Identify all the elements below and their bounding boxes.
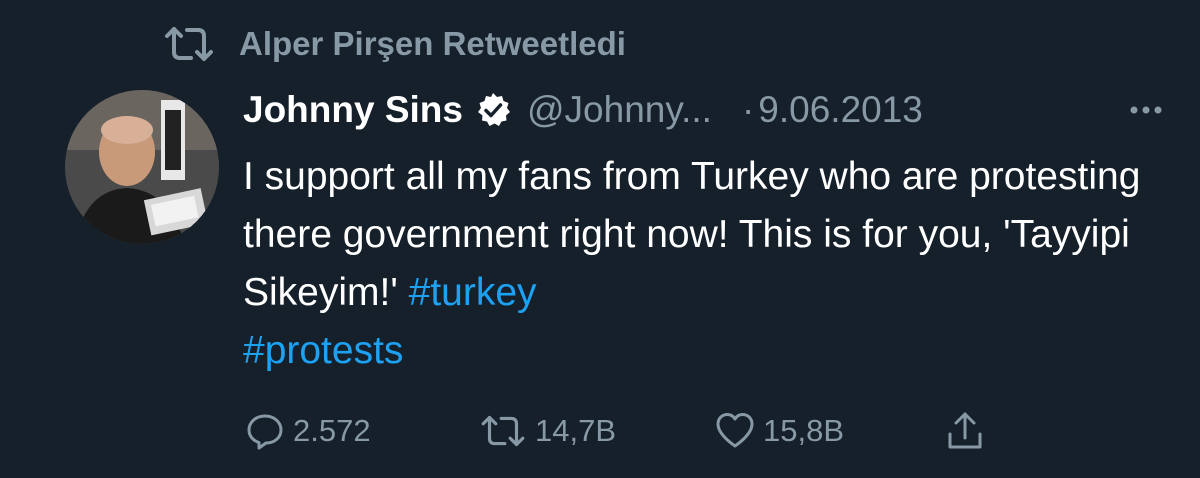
retweet-banner-text: Alper Pirşen Retweetledi — [239, 25, 626, 62]
share-button[interactable] — [943, 406, 993, 456]
more-options-icon[interactable] — [1129, 82, 1163, 138]
retweet-banner[interactable]: Alper Pirşen Retweetledi — [163, 20, 626, 68]
retweet-count: 14,7B — [535, 413, 617, 448]
retweet-icon — [163, 24, 215, 64]
retweet-button[interactable]: 14,7B — [477, 406, 616, 456]
tweet-actions: 2.572 14,7B 15,8B — [243, 406, 1003, 456]
tweet-body: I support all my fans from Turkey who ar… — [243, 155, 1141, 314]
reply-icon — [243, 409, 287, 453]
share-icon — [943, 409, 987, 453]
tweet-header: Johnny Sins @Johnny... · 9.06.2013 — [243, 82, 1163, 138]
like-count: 15,8B — [763, 413, 845, 448]
avatar[interactable] — [65, 90, 219, 244]
hashtag-turkey[interactable]: #turkey — [409, 271, 537, 314]
retweet-icon — [477, 409, 529, 453]
hashtag-protests[interactable]: #protests — [243, 329, 403, 372]
heart-icon — [713, 409, 757, 453]
tweet-text: I support all my fans from Turkey who ar… — [243, 148, 1143, 380]
like-button[interactable]: 15,8B — [713, 406, 844, 456]
tweet-card[interactable]: Alper Pirşen Retweetledi Johnny Sins @Jo… — [0, 0, 1200, 478]
verified-badge-icon — [475, 92, 511, 128]
tweet-date[interactable]: 9.06.2013 — [758, 89, 923, 131]
author-handle[interactable]: @Johnny... — [527, 89, 712, 131]
reply-button[interactable]: 2.572 — [243, 406, 371, 456]
reply-count: 2.572 — [293, 413, 371, 448]
author-name[interactable]: Johnny Sins — [243, 89, 463, 131]
date-separator: · — [741, 89, 755, 130]
